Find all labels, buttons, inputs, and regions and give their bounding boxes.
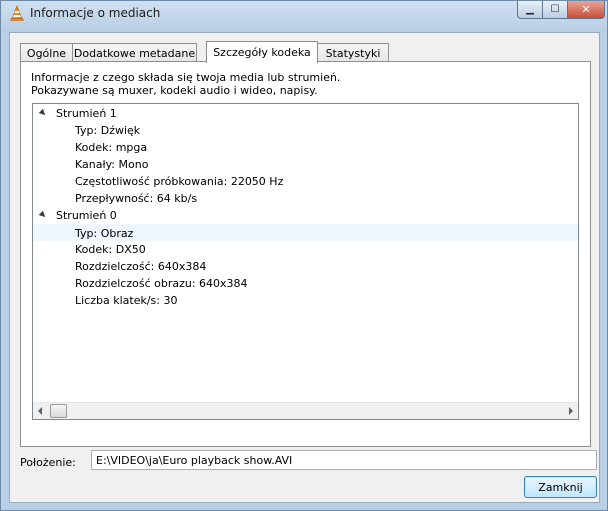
tree-item[interactable]: Przepływność: 64 kb/s <box>33 190 578 207</box>
tree-item-label: Przepływność: 64 kb/s <box>75 192 198 205</box>
scroll-right-icon[interactable] <box>569 407 573 415</box>
tree-node-stream-1[interactable]: Strumień 1 <box>33 105 578 122</box>
tree-node-label: Strumień 0 <box>56 209 117 222</box>
media-info-window: Informacje o mediach ▁ ☐ ✕ Ogólne Dodatk… <box>0 0 608 511</box>
tree-item[interactable]: Liczba klatek/s: 30 <box>33 292 578 309</box>
tab-label: Ogólne <box>26 46 67 60</box>
close-window-button[interactable]: ✕ <box>567 1 605 19</box>
tree-item-selected[interactable]: Typ: Obraz <box>33 224 578 241</box>
tree-item-label: Rozdzielczość obrazu: 640x384 <box>75 277 248 290</box>
minimize-icon: ▁ <box>526 4 534 15</box>
tree-item-label: Kodek: mpga <box>75 141 148 154</box>
tree-item-label: Częstotliwość próbkowania: 22050 Hz <box>75 175 284 188</box>
close-icon: ✕ <box>581 3 591 16</box>
scrollbar-thumb[interactable] <box>50 404 67 418</box>
tree-node-label: Strumień 1 <box>56 107 117 120</box>
minimize-button[interactable]: ▁ <box>517 1 543 19</box>
expand-arrow-icon[interactable] <box>38 108 48 118</box>
location-label: Położenie: <box>20 456 76 469</box>
tree-item-label: Kodek: DX50 <box>75 243 146 256</box>
maximize-icon: ☐ <box>550 4 560 15</box>
tree-item[interactable]: Kodek: mpga <box>33 139 578 156</box>
tree-item-label: Rozdzielczość: 640x384 <box>75 260 207 273</box>
codec-tree[interactable]: Strumień 1 Typ: Dźwięk Kodek: mpga Kanał… <box>32 103 579 420</box>
tab-general[interactable]: Ogólne <box>20 43 73 62</box>
tab-label: Szczegóły kodeka <box>213 46 311 59</box>
description-line: Pokazywane są muxer, kodeki audio i wide… <box>31 84 318 97</box>
tree-item[interactable]: Typ: Dźwięk <box>33 122 578 139</box>
tree-item[interactable]: Kodek: DX50 <box>33 241 578 258</box>
tree-node-stream-0[interactable]: Strumień 0 <box>33 207 578 224</box>
scroll-left-icon[interactable] <box>38 407 42 415</box>
panel-description: Informacje z czego składa się twoja medi… <box>31 71 340 97</box>
tree-item-label: Typ: Dźwięk <box>75 124 141 137</box>
expand-arrow-icon[interactable] <box>38 210 48 220</box>
window-title: Informacje o mediach <box>30 6 161 20</box>
dialog-client-area: Ogólne Dodatkowe metadane Szczegóły kode… <box>9 32 600 503</box>
tree-item-label: Typ: Obraz <box>75 227 134 240</box>
description-line: Informacje z czego składa się twoja medi… <box>31 71 341 84</box>
maximize-button[interactable]: ☐ <box>542 1 568 19</box>
tab-extra-metadata[interactable]: Dodatkowe metadane <box>72 43 197 62</box>
tree-item-label: Liczba klatek/s: 30 <box>75 294 178 307</box>
close-button[interactable]: Zamknij <box>524 476 597 498</box>
tab-statistics[interactable]: Statystyki <box>317 43 389 62</box>
tree-item[interactable]: Rozdzielczość obrazu: 640x384 <box>33 275 578 292</box>
tree-item[interactable]: Rozdzielczość: 640x384 <box>33 258 578 275</box>
horizontal-scrollbar[interactable] <box>33 402 578 419</box>
tab-label: Statystyki <box>325 46 381 60</box>
tree-item[interactable]: Częstotliwość próbkowania: 22050 Hz <box>33 173 578 190</box>
tab-codec-details[interactable]: Szczegóły kodeka <box>206 41 318 63</box>
tree-item-label: Kanały: Mono <box>75 158 149 171</box>
tree-item[interactable]: Kanały: Mono <box>33 156 578 173</box>
tab-label: Dodatkowe metadane <box>73 46 196 60</box>
location-field[interactable]: E:\VIDEO\ja\Euro playback show.AVI <box>91 450 597 470</box>
codec-details-panel: Informacje z czego składa się twoja medi… <box>20 61 591 447</box>
title-bar[interactable]: Informacje o mediach ▁ ☐ ✕ <box>1 1 607 27</box>
vlc-cone-icon <box>10 5 24 21</box>
